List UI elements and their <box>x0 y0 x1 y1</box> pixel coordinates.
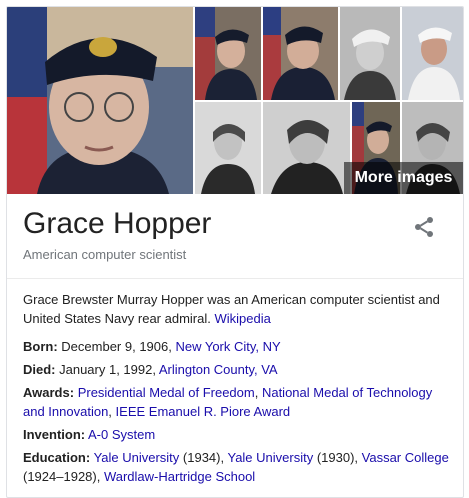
photo-4[interactable] <box>340 7 400 100</box>
education-link-3[interactable]: Vassar College <box>362 450 449 465</box>
photo-3[interactable] <box>263 7 338 100</box>
education-text-2: (1930), <box>313 450 362 465</box>
description: Grace Brewster Murray Hopper was an Amer… <box>23 290 453 328</box>
panel-body: Grace Brewster Murray Hopper was an Amer… <box>23 290 453 490</box>
fact-education: Education: Yale University (1934), Yale … <box>23 448 453 486</box>
died-place-link[interactable]: Arlington County, VA <box>159 362 278 377</box>
knowledge-panel: More images Grace Hopper American comput… <box>6 6 464 498</box>
fact-awards-label: Awards: <box>23 385 75 400</box>
page-title: Grace Hopper <box>23 207 212 240</box>
education-text-1: (1934), <box>179 450 228 465</box>
photo-2[interactable] <box>195 7 261 100</box>
award-sep-1: , <box>254 385 262 400</box>
education-link-2[interactable]: Yale University <box>227 450 313 465</box>
award-sep-2: , <box>108 404 116 419</box>
photo-7[interactable] <box>263 102 350 194</box>
fact-born-text: December 9, 1906, <box>57 339 176 354</box>
invention-link[interactable]: A-0 System <box>88 427 155 442</box>
more-images-label: More images <box>354 169 453 186</box>
photo-6[interactable] <box>195 102 261 194</box>
image-grid: More images <box>7 7 463 194</box>
more-images-button[interactable]: More images <box>344 162 463 194</box>
education-link-4[interactable]: Wardlaw-Hartridge School <box>104 469 255 484</box>
photo-5[interactable] <box>402 7 463 100</box>
education-link-1[interactable]: Yale University <box>94 450 180 465</box>
panel-header: Grace Hopper American computer scientist <box>7 194 463 279</box>
fact-died-label: Died: <box>23 362 56 377</box>
fact-invention: Invention: A-0 System <box>23 425 453 444</box>
award-link-1[interactable]: Presidential Medal of Freedom <box>78 385 255 400</box>
entity-subtitle: American computer scientist <box>23 247 187 262</box>
photo-main[interactable] <box>7 7 193 194</box>
share-icon[interactable] <box>412 215 436 239</box>
born-place-link[interactable]: New York City, NY <box>175 339 280 354</box>
award-link-3[interactable]: IEEE Emanuel R. Piore Award <box>116 404 291 419</box>
fact-born: Born: December 9, 1906, New York City, N… <box>23 337 453 356</box>
wikipedia-link[interactable]: Wikipedia <box>214 311 270 326</box>
fact-died: Died: January 1, 1992, Arlington County,… <box>23 360 453 379</box>
fact-born-label: Born: <box>23 339 58 354</box>
fact-education-label: Education: <box>23 450 91 465</box>
fact-died-text: January 1, 1992, <box>55 362 159 377</box>
education-text-3: (1924–1928), <box>23 469 104 484</box>
fact-invention-label: Invention: <box>23 427 86 442</box>
fact-awards: Awards: Presidential Medal of Freedom, N… <box>23 383 453 421</box>
